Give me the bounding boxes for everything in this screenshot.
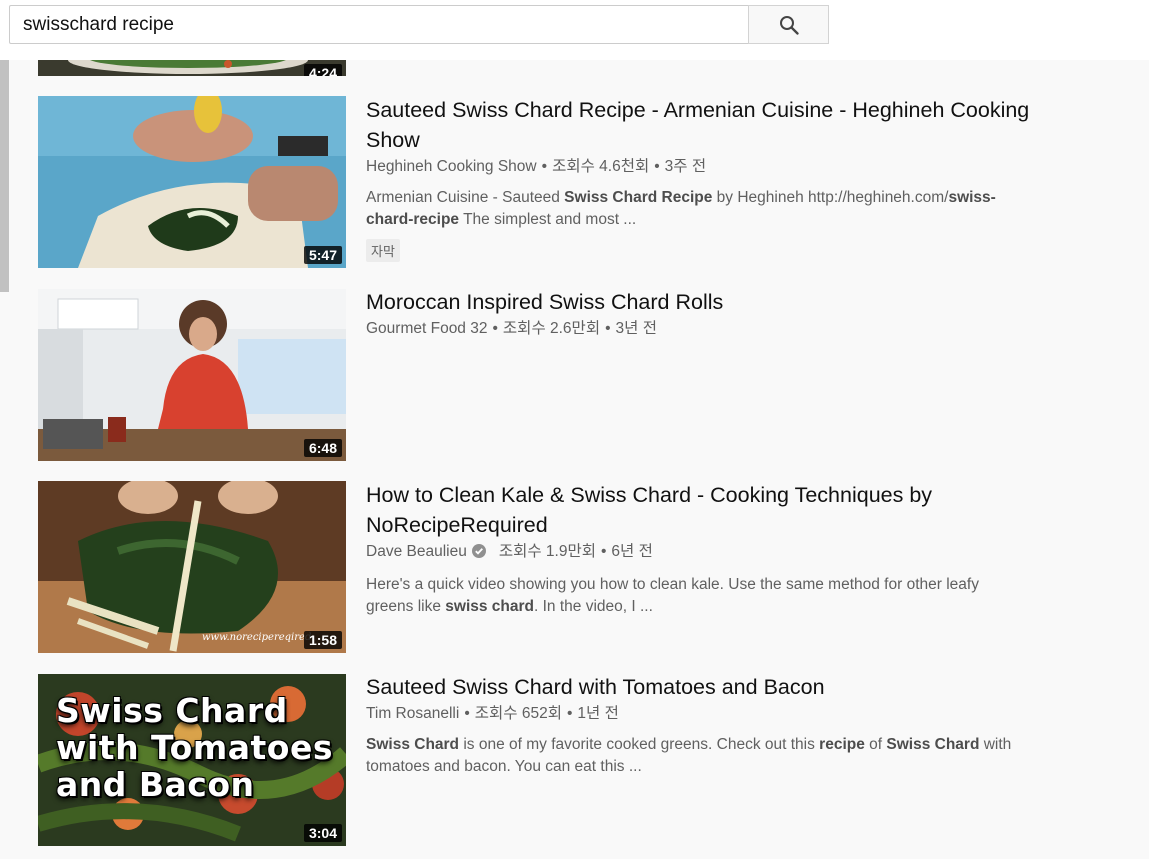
overlay-line: and Bacon <box>56 765 255 804</box>
video-thumbnail[interactable]: Swiss Chard with Tomatoes and Bacon 3:04 <box>38 674 346 846</box>
channel-name[interactable]: Gourmet Food 32 <box>366 320 487 337</box>
video-duration: 5:47 <box>303 246 342 264</box>
search-input[interactable] <box>9 5 749 44</box>
description-text: . In the video, I ... <box>534 598 653 615</box>
highlighted-term: Swiss Chard <box>366 736 460 753</box>
highlighted-term: recipe <box>819 736 865 753</box>
video-title[interactable]: Sauteed Swiss Chard Recipe - Armenian Cu… <box>366 95 1036 155</box>
video-description: Armenian Cuisine - Sauteed Swiss Chard R… <box>366 187 1016 231</box>
video-thumbnail[interactable]: www.norecipereqired. 1:58 <box>38 481 346 653</box>
upload-age: 6년 전 <box>611 543 653 560</box>
video-thumbnail-partial[interactable]: 4:24 <box>38 60 346 76</box>
view-count: 조회수 1.9만회 <box>498 543 596 560</box>
view-count: 조회수 4.6천회 <box>552 158 650 175</box>
video-description: Here's a quick video showing you how to … <box>366 574 1016 618</box>
video-duration: 6:48 <box>303 439 342 457</box>
upload-age: 1년 전 <box>577 705 619 722</box>
view-count: 조회수 652회 <box>474 705 562 722</box>
video-info: Moroccan Inspired Swiss Chard Rolls Gour… <box>366 287 1036 340</box>
video-info: Sauteed Swiss Chard with Tomatoes and Ba… <box>366 672 1036 778</box>
highlighted-term: swiss chard <box>445 598 535 615</box>
overlay-line: Swiss Chard <box>56 691 288 730</box>
search-button[interactable] <box>748 5 829 44</box>
video-title[interactable]: Sauteed Swiss Chard with Tomatoes and Ba… <box>366 672 1036 702</box>
video-title[interactable]: How to Clean Kale & Swiss Chard - Cookin… <box>366 480 1036 540</box>
video-duration: 4:24 <box>303 64 342 76</box>
video-meta: Gourmet Food 32 • 조회수 2.6만회 • 3년 전 <box>366 320 657 337</box>
video-duration: 1:58 <box>303 631 342 649</box>
upload-age: 3년 전 <box>615 320 657 337</box>
thumbnail-watermark: www.norecipereqired. <box>202 632 315 643</box>
video-info: How to Clean Kale & Swiss Chard - Cookin… <box>366 480 1036 618</box>
video-thumbnail[interactable]: 6:48 <box>38 289 346 461</box>
description-text: is one of my favorite cooked greens. Che… <box>459 736 820 753</box>
overlay-line: with Tomatoes <box>56 728 333 767</box>
thumbnail-overlay-title: Swiss Chard with Tomatoes and Bacon <box>56 692 333 803</box>
video-meta: Heghineh Cooking Show • 조회수 4.6천회 • 3주 전 <box>366 158 707 175</box>
masthead <box>0 0 1149 60</box>
video-meta: Tim Rosanelli • 조회수 652회 • 1년 전 <box>366 705 619 722</box>
video-thumbnail[interactable]: 5:47 <box>38 96 346 268</box>
upload-age: 3주 전 <box>664 158 707 175</box>
description-text: of <box>864 736 887 753</box>
highlighted-term: Swiss Chard <box>886 736 980 753</box>
video-description: Swiss Chard is one of my favorite cooked… <box>366 734 1016 778</box>
channel-name[interactable]: Tim Rosanelli <box>366 705 459 722</box>
channel-name[interactable]: Dave Beaulieu <box>366 543 467 560</box>
description-text: by Heghineh http://heghineh.com/ <box>712 189 949 206</box>
description-text: Armenian Cuisine - Sauteed <box>366 189 565 206</box>
video-meta: Dave Beaulieu 조회수 1.9만회 • 6년 전 <box>366 541 1036 565</box>
description-text: The simplest and most ... <box>459 211 637 228</box>
scrollbar-thumb[interactable] <box>0 60 9 292</box>
video-duration: 3:04 <box>303 824 342 842</box>
highlighted-term: Swiss Chard Recipe <box>564 189 713 206</box>
channel-name[interactable]: Heghineh Cooking Show <box>366 158 537 175</box>
view-count: 조회수 2.6만회 <box>502 320 601 337</box>
verified-check-icon <box>471 543 486 565</box>
search-icon <box>779 15 799 35</box>
subtitles-badge: 자막 <box>366 239 400 262</box>
video-info: Sauteed Swiss Chard Recipe - Armenian Cu… <box>366 95 1036 262</box>
video-title[interactable]: Moroccan Inspired Swiss Chard Rolls <box>366 287 1036 317</box>
